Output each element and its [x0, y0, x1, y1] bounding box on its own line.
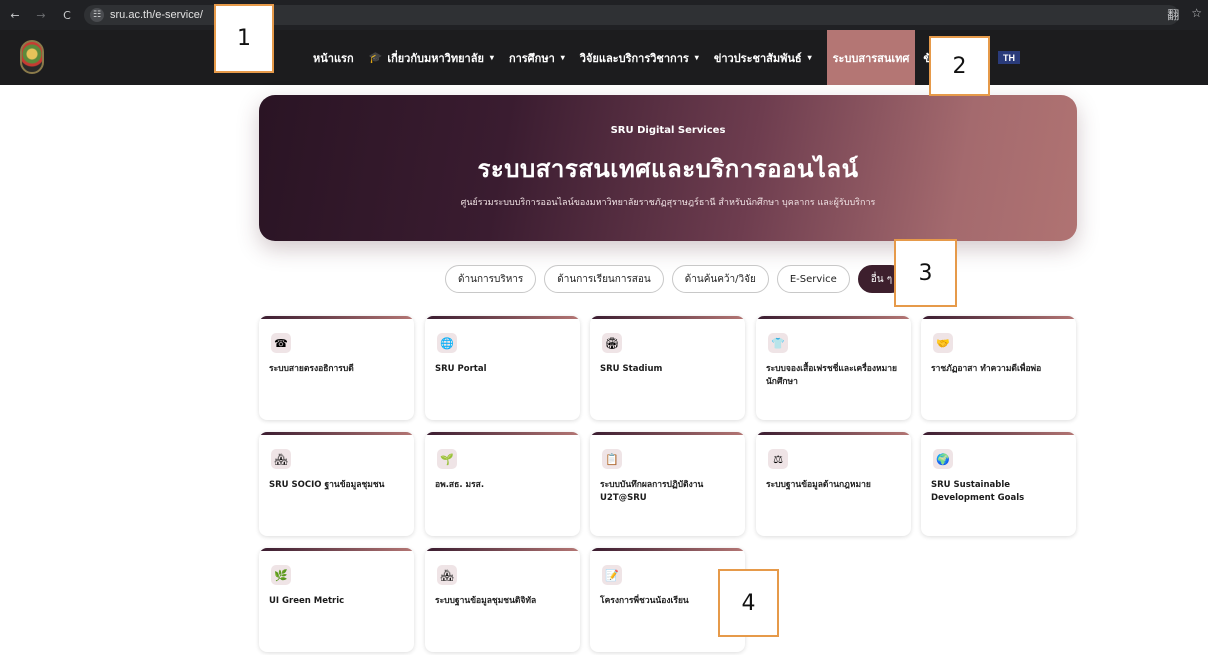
clipboard-icon: 📋: [602, 449, 622, 469]
menu-item-label: วิจัยและบริการวิชาการ: [579, 52, 689, 65]
translate-icon[interactable]: 翻: [1167, 6, 1179, 23]
service-card[interactable]: 👕 ระบบจองเสื้อเฟรชชี่และเครื่องหมายนักศึ…: [756, 316, 911, 420]
main-menu: หน้าแรก 🎓 เกี่ยวกับมหาวิทยาลัย ▾ การศึกษา ▾…: [313, 30, 958, 85]
service-card[interactable]: 🏘 ระบบฐานข้อมูลชุมชนดิจิทัล: [425, 548, 580, 652]
scales-icon: ⚖: [768, 449, 788, 469]
service-card-label: ระบบฐานข้อมูลชุมชนดิจิทัล: [435, 596, 537, 606]
community-icon: 🏘: [271, 449, 291, 469]
forward-icon[interactable]: →: [30, 4, 52, 26]
service-card[interactable]: ☎ ระบบสายตรงอธิการบดี: [259, 316, 414, 420]
browser-toolbar: ← → C ☷ sru.ac.th/e-service/ 翻 ☆: [0, 0, 1208, 30]
service-card[interactable]: 🤝 ราชภัฏอาสา ทำความดีเพื่อพ่อ: [921, 316, 1076, 420]
menu-item-label: หน้าแรก: [313, 52, 354, 65]
menu-item-home[interactable]: หน้าแรก: [313, 49, 354, 67]
annotation-marker: 3: [894, 239, 957, 307]
menu-item-label: ข่าวประชาสัมพันธ์: [713, 52, 802, 65]
graduation-cap-icon: 🎓: [368, 52, 383, 64]
annotation-marker: 4: [718, 569, 779, 637]
hero-eyebrow: SRU Digital Services: [610, 125, 726, 136]
annotation-marker: 2: [929, 36, 990, 96]
chevron-down-icon: ▾: [489, 53, 494, 62]
bookmark-star-icon[interactable]: ☆: [1191, 6, 1202, 23]
chevron-down-icon: ▾: [694, 53, 699, 62]
service-card-label: UI Green Metric: [269, 596, 345, 606]
service-card-label: ระบบสายตรงอธิการบดี: [269, 364, 354, 374]
service-card-label: ราชภัฏอาสา ทำความดีเพื่อพ่อ: [931, 364, 1042, 374]
service-card[interactable]: 🏘 SRU SOCIO ฐานข้อมูลชุมชน: [259, 432, 414, 536]
service-card[interactable]: 🌍 SRU Sustainable Development Goals: [921, 432, 1076, 536]
stadium-icon: 🏟: [602, 333, 622, 353]
service-card-label: ระบบจองเสื้อเฟรชชี่และเครื่องหมายนักศึกษ…: [766, 364, 898, 388]
hero-banner: SRU Digital Services ระบบสารสนเทศและบริก…: [259, 95, 1077, 241]
menu-item-label: เกี่ยวกับมหาวิทยาลัย: [387, 52, 484, 65]
menu-item-information-systems[interactable]: ระบบสารสนเทศ: [826, 30, 916, 85]
filter-e-service[interactable]: E-Service: [776, 265, 850, 293]
service-card-label: อพ.สธ. มรส.: [435, 480, 485, 490]
service-card[interactable]: 🏟 SRU Stadium: [590, 316, 745, 420]
language-switch[interactable]: TH: [998, 51, 1020, 64]
menu-item-label: ระบบสารสนเทศ: [832, 52, 910, 65]
url-text[interactable]: sru.ac.th/e-service/: [110, 9, 203, 21]
filter-teaching[interactable]: ด้านการเรียนการสอน: [544, 265, 664, 293]
menu-item-label: การศึกษา: [508, 52, 555, 65]
service-card-label: SRU SOCIO ฐานข้อมูลชุมชน: [269, 480, 385, 490]
service-card-label: ระบบฐานข้อมูลด้านกฎหมาย: [766, 480, 871, 490]
hero-subtitle: ศูนย์รวมระบบบริการออนไลน์ของมหาวิทยาลัยร…: [460, 198, 876, 208]
service-card[interactable]: 🌐 SRU Portal: [425, 316, 580, 420]
back-icon[interactable]: ←: [4, 4, 26, 26]
page-title: ระบบสารสนเทศและบริการออนไลน์: [477, 155, 859, 183]
phone-icon: ☎: [271, 333, 291, 353]
service-card[interactable]: 🌿 UI Green Metric: [259, 548, 414, 652]
community-icon: 🏘: [437, 565, 457, 585]
menu-item-education[interactable]: การศึกษา ▾: [509, 49, 565, 67]
chevron-down-icon: ▾: [560, 53, 565, 62]
category-filters: ด้านการบริหาร ด้านการเรียนการสอน ด้านค้น…: [445, 265, 906, 293]
filter-administration[interactable]: ด้านการบริหาร: [445, 265, 537, 293]
service-card[interactable]: ⚖ ระบบฐานข้อมูลด้านกฎหมาย: [756, 432, 911, 536]
service-card-label: SRU Stadium: [600, 364, 663, 374]
globe-icon: 🌐: [437, 333, 457, 353]
filter-research[interactable]: ด้านค้นคว้า/วิจัย: [671, 265, 769, 293]
menu-item-research[interactable]: วิจัยและบริการวิชาการ ▾: [580, 49, 699, 67]
service-card[interactable]: 🌱 อพ.สธ. มรส.: [425, 432, 580, 536]
shirt-icon: 👕: [768, 333, 788, 353]
chevron-down-icon: ▾: [807, 53, 812, 62]
service-card[interactable]: 📋 ระบบบันทึกผลการปฏิบัติงาน U2T@SRU: [590, 432, 745, 536]
service-card-label: SRU Sustainable Development Goals: [931, 480, 1025, 504]
annotation-marker: 1: [214, 4, 274, 73]
menu-item-about[interactable]: 🎓 เกี่ยวกับมหาวิทยาลัย ▾: [369, 49, 494, 67]
handshake-icon: 🤝: [933, 333, 953, 353]
service-card-label: SRU Portal: [435, 364, 487, 374]
site-header: หน้าแรก 🎓 เกี่ยวกับมหาวิทยาลัย ▾ การศึกษา ▾…: [0, 30, 1208, 85]
menu-item-news[interactable]: ข่าวประชาสัมพันธ์ ▾: [714, 49, 812, 67]
service-card-label: ระบบบันทึกผลการปฏิบัติงาน U2T@SRU: [600, 480, 704, 504]
earth-icon: 🌍: [933, 449, 953, 469]
memo-icon: 📝: [602, 565, 622, 585]
seedling-icon: 🌱: [437, 449, 457, 469]
leaf-icon: 🌿: [271, 565, 291, 585]
site-info-icon[interactable]: ☷: [90, 8, 104, 22]
reload-icon[interactable]: C: [56, 4, 78, 26]
university-logo[interactable]: [20, 40, 44, 74]
